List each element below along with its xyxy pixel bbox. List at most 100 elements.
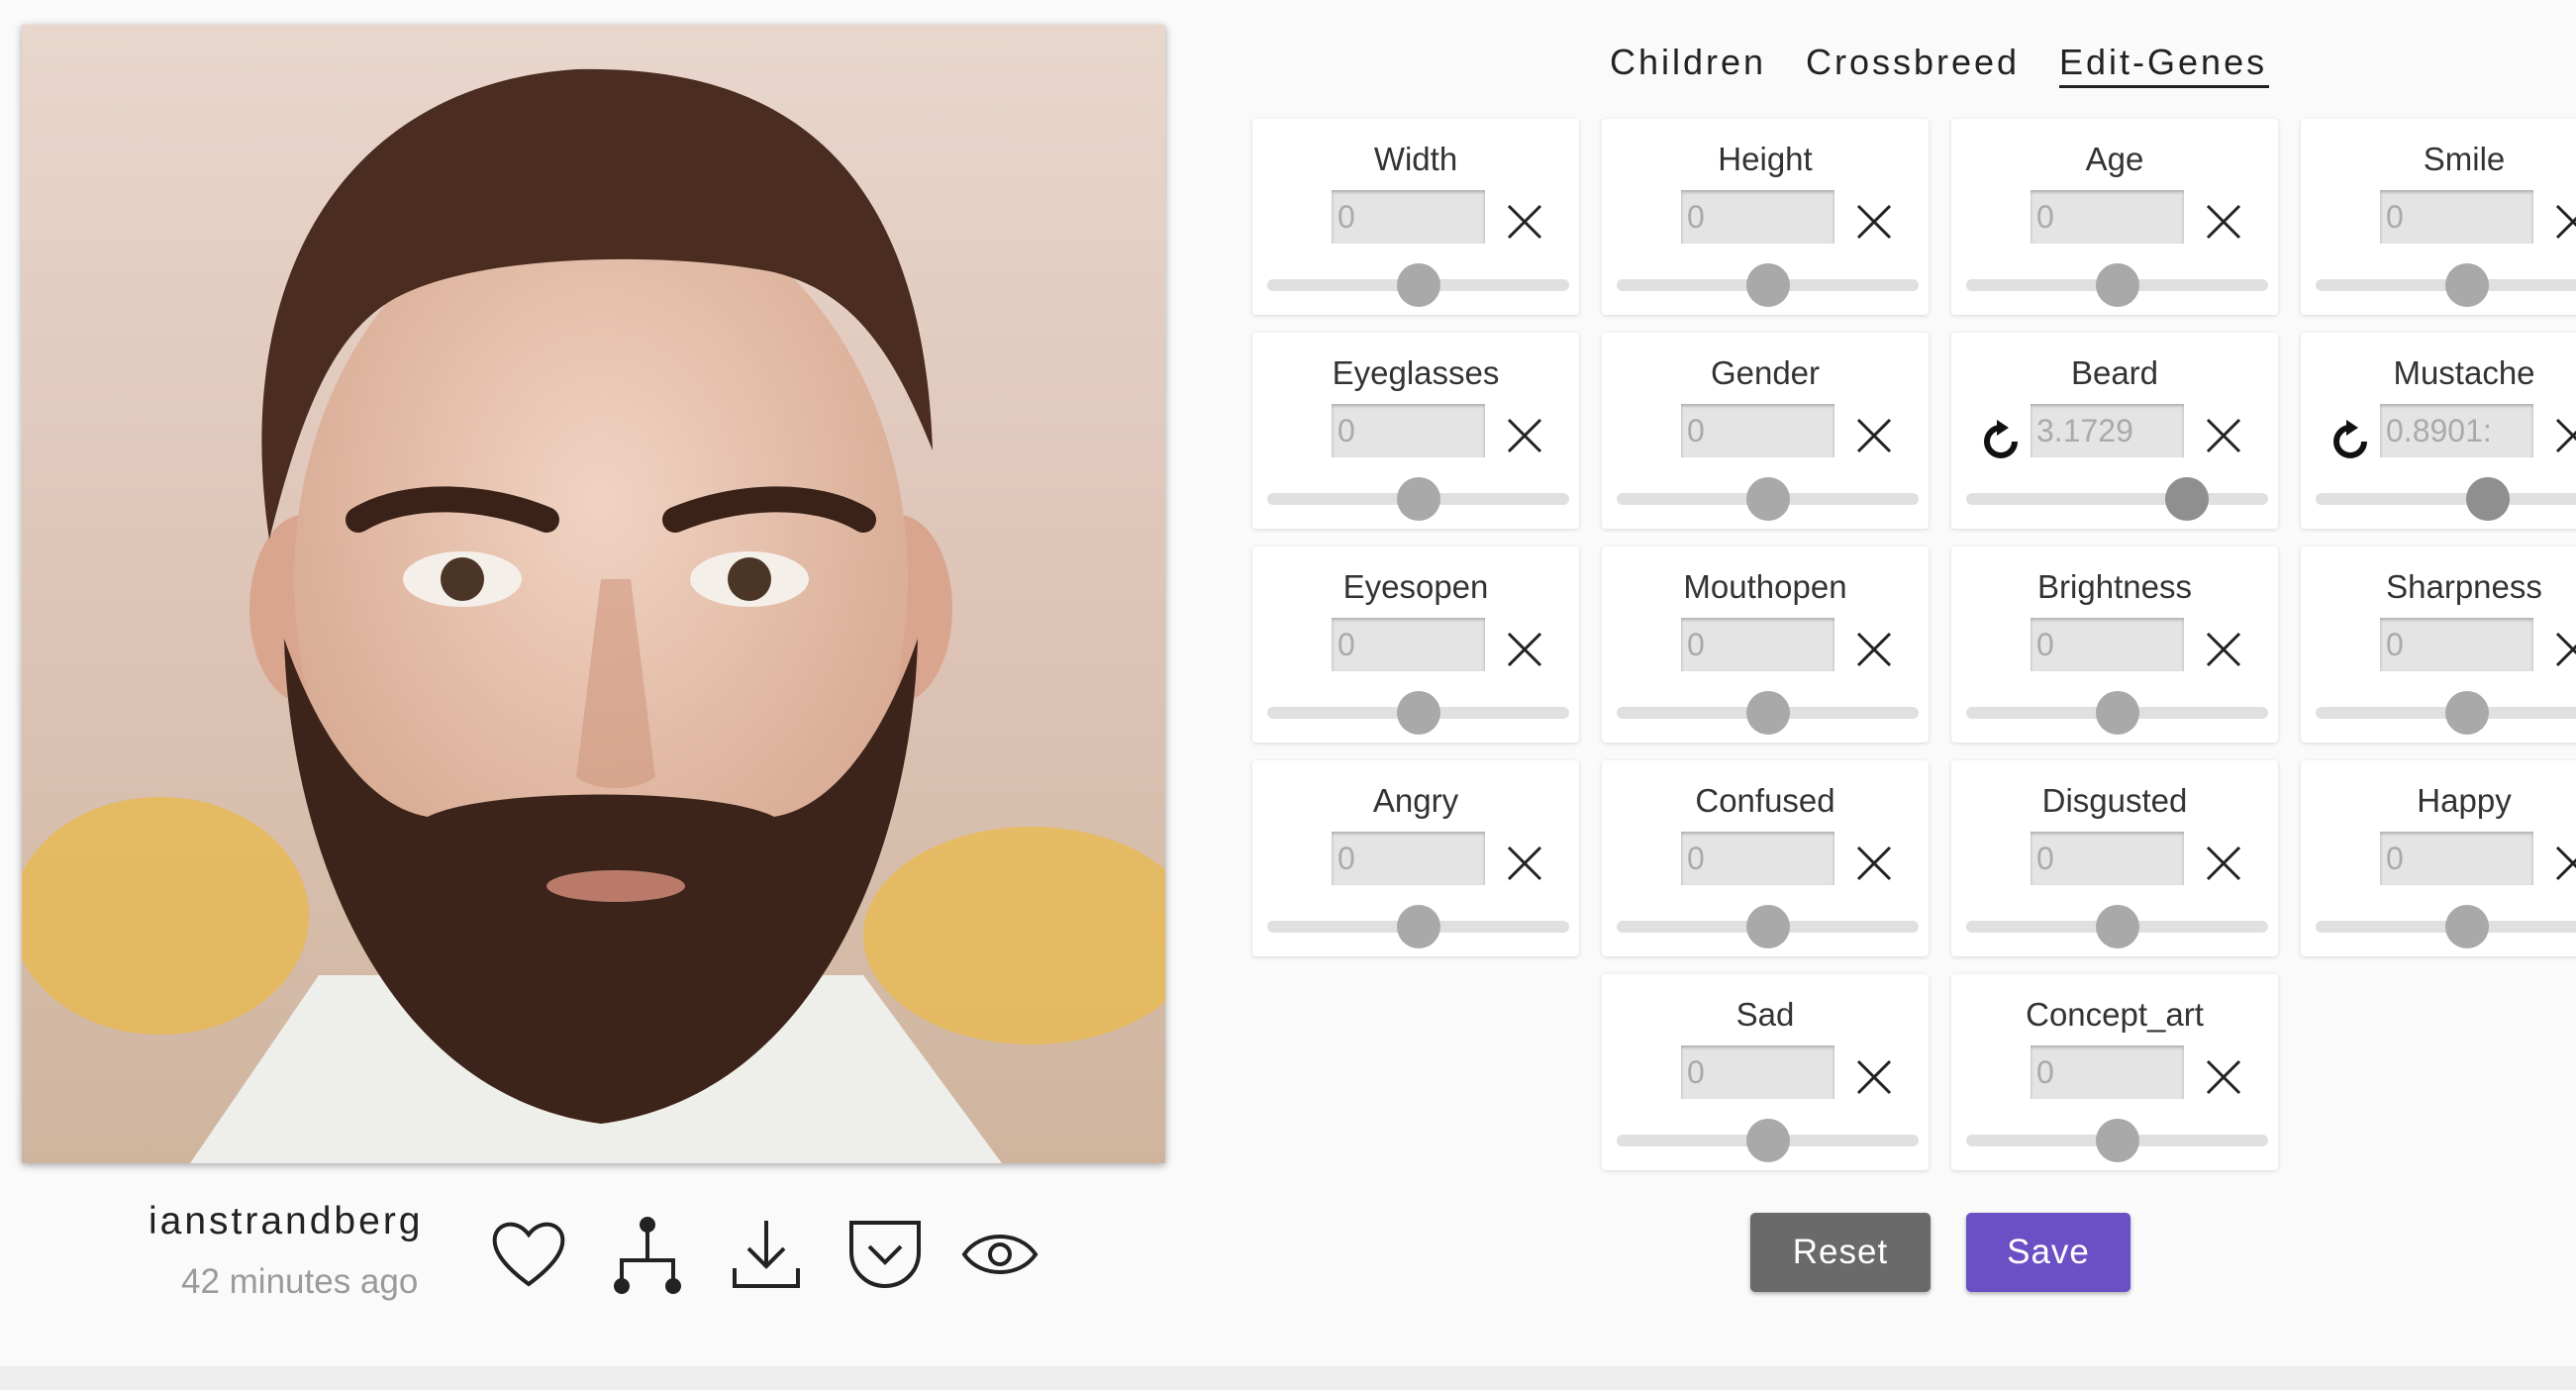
tab-crossbreed[interactable]: Crossbreed [1806,42,2020,83]
gene-slider[interactable] [2316,477,2576,521]
gene-value-input[interactable] [2031,190,2184,244]
gene-slider[interactable] [1267,477,1569,521]
clear-icon[interactable] [1854,630,1894,669]
clear-icon[interactable] [2204,630,2243,669]
gene-slider[interactable] [1966,1119,2268,1162]
slider-thumb[interactable] [1745,1119,1790,1162]
gene-value-input[interactable] [2031,832,2184,885]
gene-value-input[interactable] [1681,1045,1834,1099]
clear-icon[interactable] [2553,202,2576,242]
clear-icon[interactable] [1505,416,1544,455]
clear-icon[interactable] [2204,844,2243,883]
gene-slider[interactable] [2316,691,2576,735]
revert-icon[interactable] [2327,418,2374,465]
gene-value-input[interactable] [2380,618,2533,671]
slider-thumb[interactable] [2095,905,2139,948]
slider-thumb[interactable] [2444,263,2489,307]
gene-value-input[interactable] [2031,618,2184,671]
slider-thumb[interactable] [2444,691,2489,735]
slider-thumb[interactable] [2095,691,2139,735]
gene-value-input[interactable] [1681,618,1834,671]
gene-label: Smile [2423,141,2506,177]
slider-thumb[interactable] [1396,263,1440,307]
gene-slider[interactable] [1966,691,2268,735]
gene-value-input[interactable] [1332,190,1485,244]
bottom-bar [0,1366,2576,1390]
revert-icon[interactable] [1977,418,2025,465]
gene-card-brightness: Brightness [1951,546,2278,743]
clear-icon[interactable] [1505,844,1544,883]
gene-value-input[interactable] [1332,404,1485,457]
gene-value-input[interactable] [1681,404,1834,457]
slider-thumb[interactable] [1745,905,1790,948]
clear-icon[interactable] [2204,202,2243,242]
username[interactable]: ianstrandberg [149,1200,424,1243]
slider-thumb[interactable] [1745,263,1790,307]
gene-label: Disgusted [2041,782,2188,819]
tab-edit-genes[interactable]: Edit-Genes [2059,42,2267,83]
gene-slider[interactable] [1966,477,2268,521]
gene-slider[interactable] [1617,263,1919,307]
clear-icon[interactable] [1854,1057,1894,1097]
gene-value-input[interactable] [2380,190,2533,244]
clear-icon[interactable] [1505,630,1544,669]
clear-icon[interactable] [1505,202,1544,242]
heart-icon[interactable] [489,1213,568,1297]
gene-slider[interactable] [1617,1119,1919,1162]
gene-slider[interactable] [2316,263,2576,307]
clear-icon[interactable] [2553,630,2576,669]
family-tree-icon[interactable] [608,1213,687,1297]
gene-card-smile: Smile [2301,119,2576,315]
clear-icon[interactable] [2553,416,2576,455]
gene-slider[interactable] [1617,691,1919,735]
clear-icon[interactable] [1854,844,1894,883]
slider-thumb[interactable] [2095,263,2139,307]
gene-value-input[interactable] [2380,404,2533,457]
gene-label: Sad [1735,996,1795,1033]
gene-value-input[interactable] [1681,832,1834,885]
gene-value-input[interactable] [2031,1045,2184,1099]
slider-thumb[interactable] [2465,477,2510,521]
clear-icon[interactable] [2204,416,2243,455]
gene-label: Happy [2417,782,2512,819]
gene-label: Concept_art [2026,996,2204,1033]
gene-card-mouthopen: Mouthopen [1602,546,1929,743]
gene-value-input[interactable] [2031,404,2184,457]
clear-icon[interactable] [2553,844,2576,883]
pocket-save-icon[interactable] [845,1213,925,1297]
slider-thumb[interactable] [1396,905,1440,948]
slider-thumb[interactable] [1396,477,1440,521]
slider-thumb[interactable] [1396,691,1440,735]
gene-slider[interactable] [1966,905,2268,948]
slider-thumb[interactable] [1745,691,1790,735]
gene-slider[interactable] [1617,477,1919,521]
gene-slider[interactable] [1267,905,1569,948]
gene-label: Width [1373,141,1458,177]
gene-value-input[interactable] [2380,832,2533,885]
eye-icon[interactable] [960,1213,1040,1297]
reset-button[interactable]: Reset [1750,1213,1931,1292]
gene-card-eyeglasses: Eyeglasses [1252,333,1579,529]
gene-slider[interactable] [1966,263,2268,307]
gene-slider[interactable] [1617,905,1919,948]
gene-card-happy: Happy [2301,760,2576,956]
gene-value-input[interactable] [1332,832,1485,885]
gene-slider[interactable] [1267,691,1569,735]
slider-thumb[interactable] [1745,477,1790,521]
tab-children[interactable]: Children [1610,42,1766,83]
slider-thumb[interactable] [2164,477,2209,521]
clear-icon[interactable] [1854,202,1894,242]
download-icon[interactable] [727,1213,806,1297]
slider-thumb[interactable] [2095,1119,2139,1162]
slider-thumb[interactable] [2444,905,2489,948]
clear-icon[interactable] [1854,416,1894,455]
gene-label: Height [1718,141,1813,177]
gene-value-input[interactable] [1332,618,1485,671]
save-button[interactable]: Save [1966,1213,2130,1292]
gene-slider[interactable] [2316,905,2576,948]
clear-icon[interactable] [2204,1057,2243,1097]
gene-label: Mouthopen [1683,568,1847,605]
gene-slider[interactable] [1267,263,1569,307]
gene-value-input[interactable] [1681,190,1834,244]
gene-label: Beard [2070,354,2159,391]
